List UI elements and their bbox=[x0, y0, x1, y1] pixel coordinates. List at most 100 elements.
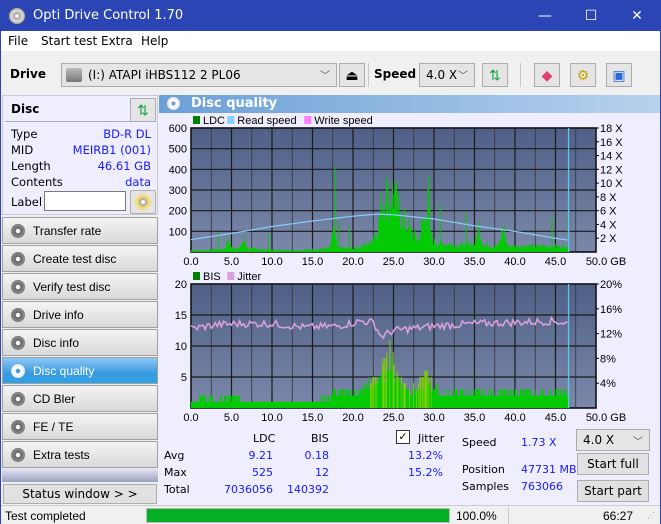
y-tick-right: 4 X bbox=[600, 219, 617, 231]
disc-tool-icon bbox=[11, 392, 25, 406]
disc-refresh-button[interactable]: ⇅ bbox=[130, 98, 156, 122]
disc-tool-icon bbox=[11, 308, 25, 322]
close-button[interactable]: ✕ bbox=[614, 1, 660, 31]
eject-icon: ⏏ bbox=[345, 67, 359, 83]
samples-value: 763066 bbox=[521, 480, 563, 493]
y-tick-right: 12% bbox=[600, 329, 622, 341]
nav-transfer-rate[interactable]: Transfer rate bbox=[2, 217, 158, 244]
ldc-bar bbox=[267, 233, 269, 252]
nav-label: Create test disc bbox=[33, 252, 117, 266]
start-part-button[interactable]: Start part bbox=[577, 480, 649, 502]
x-tick: 5.0 bbox=[224, 256, 239, 268]
disc-tool-icon bbox=[11, 448, 25, 462]
y-tick-right: 12 X bbox=[600, 164, 623, 176]
y-tick-left: 5 bbox=[181, 372, 187, 384]
col-ldc-header: LDC bbox=[253, 432, 276, 445]
refresh-button[interactable]: ⇅ bbox=[482, 63, 508, 87]
stat-ldc-value: 525 bbox=[252, 466, 273, 479]
save-button[interactable]: ▣ bbox=[606, 63, 632, 87]
speed-select[interactable]: 4.0 X ﹀ bbox=[419, 63, 475, 87]
toolbar-separator bbox=[368, 63, 369, 87]
stat-bis-value: 12 bbox=[315, 466, 329, 479]
drive-select[interactable]: (I:) ATAPI iHBS112 2 PL06 ﹀ bbox=[61, 63, 337, 87]
nav-extra-tests[interactable]: Extra tests bbox=[2, 441, 158, 468]
eject-button[interactable]: ⏏ bbox=[339, 63, 365, 87]
label-input[interactable] bbox=[44, 191, 126, 211]
legend-label: Read speed bbox=[237, 115, 296, 127]
stat-row-label: Total bbox=[164, 483, 190, 496]
title-bar: Opti Drive Control 1.70 — ☐ ✕ bbox=[1, 1, 660, 31]
refresh-arrows-icon: ⇅ bbox=[489, 67, 501, 83]
eraser-icon: ◆ bbox=[541, 67, 553, 83]
y-tick-left: 400 bbox=[169, 164, 187, 176]
settings-button[interactable]: ⚙ bbox=[570, 63, 596, 87]
jitter-checkbox[interactable]: ✓ bbox=[396, 430, 410, 444]
row-value: data bbox=[125, 175, 151, 189]
stat-jitter-value: 15.2% bbox=[408, 466, 443, 479]
y-tick-left: 10 bbox=[175, 341, 187, 353]
y-tick-left: 300 bbox=[169, 185, 187, 197]
x-tick: 0.0 bbox=[183, 256, 198, 268]
status-text: Test completed bbox=[5, 509, 86, 523]
elapsed-time: 66:27 bbox=[603, 509, 634, 523]
drive-icon bbox=[66, 68, 82, 82]
col-bis-header: BIS bbox=[311, 432, 329, 445]
x-tick: 45.0 bbox=[545, 412, 566, 424]
legend-label: LDC bbox=[203, 115, 225, 127]
speed-label: Speed bbox=[374, 67, 417, 81]
y-tick-left: 15 bbox=[175, 310, 187, 322]
stat-ldc-value: 7036056 bbox=[224, 483, 273, 496]
row-value: BD-R DL bbox=[103, 127, 151, 141]
drive-label: Drive bbox=[10, 67, 46, 81]
nav-disc-quality[interactable]: Disc quality bbox=[2, 357, 158, 384]
nav-fe-te[interactable]: FE / TE bbox=[2, 413, 158, 440]
speed-stat-value: 1.73 X bbox=[521, 436, 557, 449]
row-key: MID bbox=[11, 143, 34, 157]
resize-grip-icon[interactable]: ⋰ bbox=[647, 511, 655, 520]
menu-help[interactable]: Help bbox=[141, 34, 168, 48]
charts-area: LDC Read speed Write speed 100 200 300 400 500 6… bbox=[169, 115, 627, 424]
row-value: 46.61 GB bbox=[97, 159, 151, 173]
label-disc-button[interactable] bbox=[130, 190, 156, 214]
test-speed-select[interactable]: 4.0 X ﹀ bbox=[576, 429, 650, 451]
disc-tool-icon bbox=[11, 224, 25, 238]
x-tick: 10.0 bbox=[261, 256, 282, 268]
stat-jitter-value: 13.2% bbox=[408, 449, 443, 462]
stat-row-label: Max bbox=[164, 466, 187, 479]
y-tick-left: 500 bbox=[169, 144, 187, 156]
erase-button[interactable]: ◆ bbox=[534, 63, 560, 87]
legend-label: Write speed bbox=[314, 115, 373, 127]
nav-label: FE / TE bbox=[33, 420, 74, 434]
disc-tool-icon bbox=[11, 336, 25, 350]
menu-bar: File Start test Extra Help bbox=[1, 31, 660, 51]
test-speed-value: 4.0 X bbox=[583, 433, 615, 447]
app-disc-icon bbox=[9, 8, 25, 24]
nav-drive-info[interactable]: Drive info bbox=[2, 301, 158, 328]
status-divider bbox=[508, 507, 509, 524]
nav-spacer bbox=[2, 468, 158, 482]
row-key: Contents bbox=[11, 175, 63, 189]
x-tick: 35.0 bbox=[464, 256, 485, 268]
divider bbox=[5, 121, 155, 122]
menu-file[interactable]: File bbox=[8, 34, 28, 48]
x-tick: 25.0 bbox=[383, 256, 404, 268]
minimize-button[interactable]: — bbox=[522, 1, 568, 31]
status-window-button[interactable]: Status window > > bbox=[3, 484, 157, 504]
chevron-down-icon: ﹀ bbox=[633, 437, 643, 448]
start-full-button[interactable]: Start full bbox=[577, 453, 649, 475]
nav-verify-test-disc[interactable]: Verify test disc bbox=[2, 273, 158, 300]
nav-label: CD Bler bbox=[33, 392, 76, 406]
nav-disc-info[interactable]: Disc info bbox=[2, 329, 158, 356]
x-tick: 10.0 bbox=[261, 412, 282, 424]
menu-extra[interactable]: Extra bbox=[101, 34, 133, 48]
stat-ldc-value: 9.21 bbox=[248, 449, 274, 462]
progress-text: 100.0% bbox=[456, 509, 497, 523]
nav-create-test-disc[interactable]: Create test disc bbox=[2, 245, 158, 272]
nav-cd-bler[interactable]: CD Bler bbox=[2, 385, 158, 412]
menu-start-test[interactable]: Start test bbox=[41, 34, 97, 48]
maximize-button[interactable]: ☐ bbox=[568, 1, 614, 31]
y-tick-right: 14 X bbox=[600, 151, 623, 163]
panel-title: Disc quality bbox=[191, 96, 278, 111]
speed-stat-label: Speed bbox=[462, 436, 497, 449]
x-tick: 30.0 bbox=[423, 412, 444, 424]
